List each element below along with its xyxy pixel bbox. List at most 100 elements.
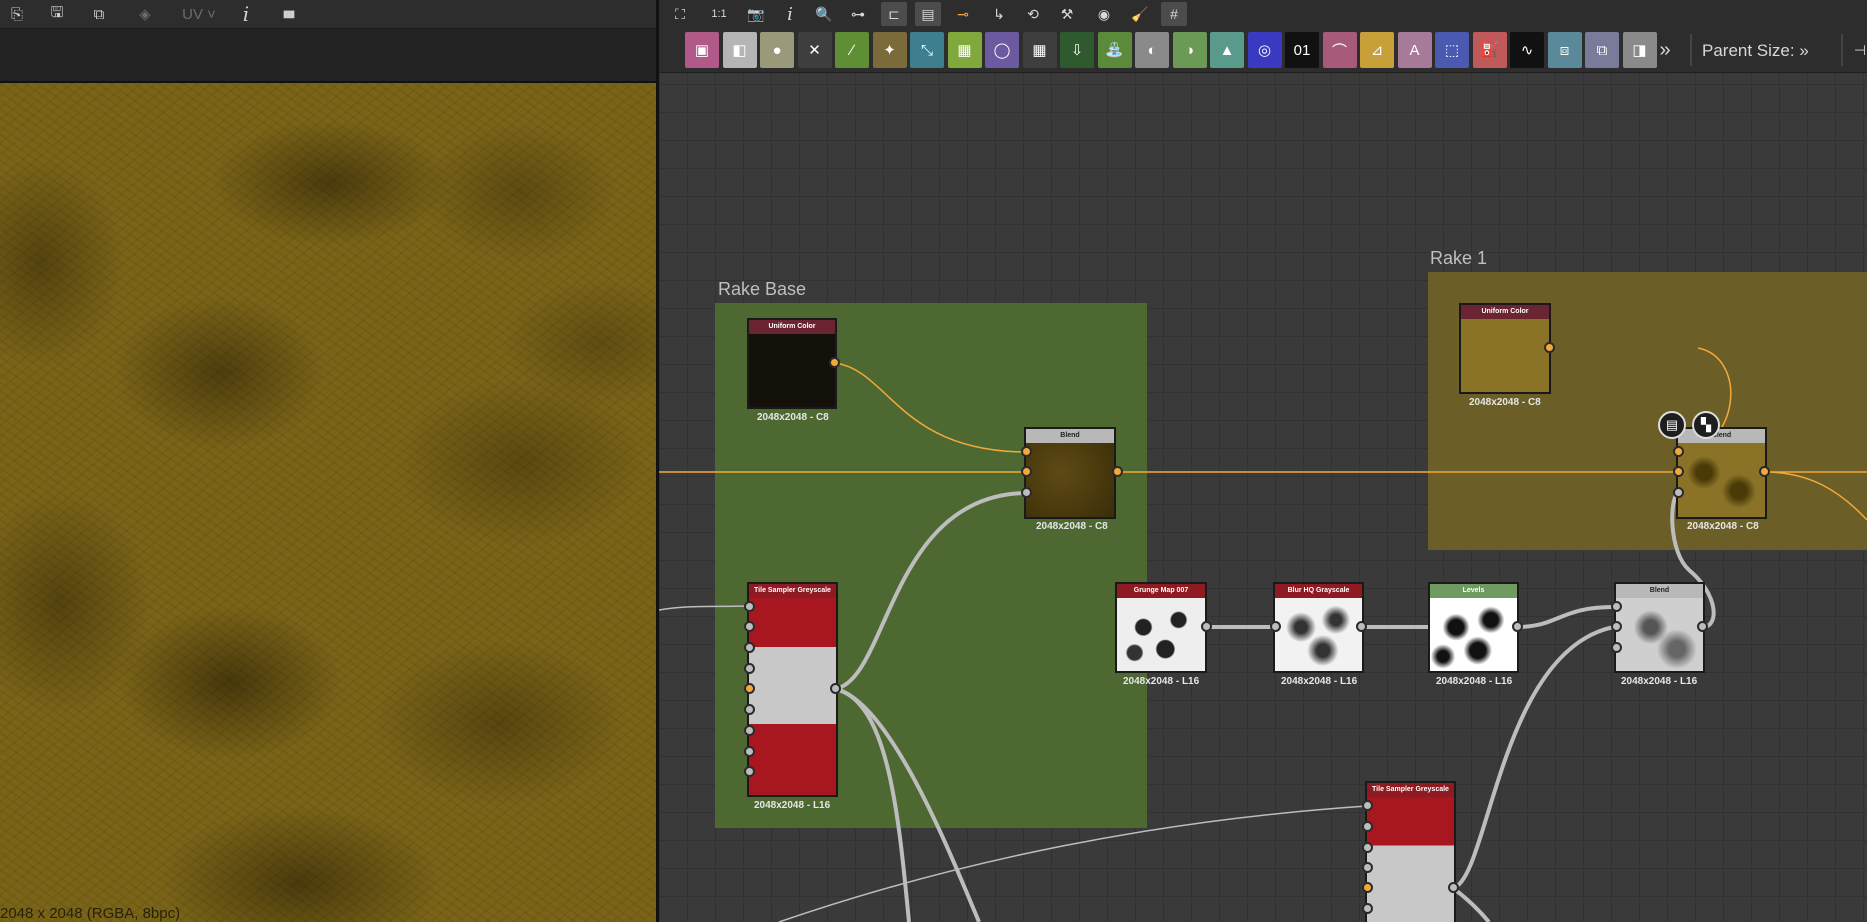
output-port[interactable]: [830, 683, 841, 694]
input-port[interactable]: [744, 683, 755, 694]
save-icon[interactable]: 🖫: [44, 3, 70, 25]
droplet-lib-icon[interactable]: ●: [760, 32, 794, 68]
fx-lib-icon[interactable]: ∿: [1510, 32, 1544, 68]
input-port-background[interactable]: [1021, 466, 1032, 477]
grid-snap-icon[interactable]: #: [1161, 2, 1187, 26]
output-lib-icon[interactable]: ⇩: [1060, 32, 1094, 68]
warp-lib-icon[interactable]: ✦: [872, 32, 907, 68]
warp2-lib-icon[interactable]: ⧈: [1547, 32, 1582, 68]
node-blend[interactable]: Blend: [1024, 427, 1116, 519]
input-port[interactable]: [744, 746, 755, 757]
histogram-icon[interactable]: ▮▮▮: [272, 3, 304, 25]
input-port[interactable]: [1362, 842, 1373, 853]
input-port[interactable]: [1362, 821, 1373, 832]
search-icon[interactable]: 🔍: [811, 2, 837, 26]
shuffle-lib-icon[interactable]: ✕: [797, 32, 832, 68]
input-port-mask[interactable]: [1021, 487, 1032, 498]
frame-view-icon[interactable]: ⛶: [667, 2, 693, 26]
input-port-background[interactable]: [1673, 466, 1684, 477]
input-lib-icon[interactable]: ⛲: [1097, 32, 1132, 68]
connect-icon[interactable]: ⊸: [950, 2, 976, 26]
input-port-foreground[interactable]: [1611, 601, 1622, 612]
parent-size-dropdown[interactable]: Parent Size: »: [1702, 41, 1809, 61]
node-uniform-color-rake1[interactable]: Uniform Color: [1459, 303, 1551, 394]
history-icon[interactable]: ⟲: [1020, 2, 1046, 26]
noise-lib-icon[interactable]: 01: [1285, 32, 1319, 68]
route-icon[interactable]: ↳: [986, 2, 1012, 26]
tools-icon[interactable]: ⚒: [1054, 2, 1080, 26]
mirror-lib-icon[interactable]: ⊿: [1360, 32, 1394, 68]
copy-icon[interactable]: ⧉: [86, 3, 112, 25]
node-blend-rake1[interactable]: Blend: [1676, 427, 1767, 519]
node-levels[interactable]: Levels: [1428, 582, 1519, 673]
input-port-mask[interactable]: [1673, 487, 1684, 498]
fill-lib-icon[interactable]: ⛽: [1472, 32, 1507, 68]
node-thumbnail: [1461, 319, 1549, 392]
hsl-lib-icon[interactable]: ◎: [1247, 32, 1282, 68]
tile-lib-icon[interactable]: ▦: [1022, 32, 1057, 68]
input-port-mask[interactable]: [1611, 642, 1622, 653]
switch-lib-icon[interactable]: ◐: [1135, 32, 1169, 68]
input-port[interactable]: [1270, 621, 1281, 632]
uv-dropdown[interactable]: UV ˅: [174, 3, 224, 25]
input-port-foreground[interactable]: [1021, 446, 1032, 457]
input-port[interactable]: [744, 601, 755, 612]
link-tool-icon[interactable]: ⊶: [845, 2, 871, 26]
overflow-icon[interactable]: ⊣: [1847, 38, 1867, 62]
align-icon[interactable]: ▤: [915, 2, 941, 26]
output-port[interactable]: [1544, 342, 1555, 353]
input-port[interactable]: [744, 766, 755, 777]
input-port[interactable]: [744, 725, 755, 736]
output-port[interactable]: [1512, 621, 1523, 632]
more-icon[interactable]: »: [1652, 38, 1678, 62]
node-grunge-map[interactable]: Grunge Map 007: [1115, 582, 1207, 673]
input-port[interactable]: [744, 621, 755, 632]
output-port[interactable]: [1201, 621, 1212, 632]
histogram-lib-icon[interactable]: ▲: [1210, 32, 1244, 68]
output-port[interactable]: [829, 357, 840, 368]
input-port[interactable]: [744, 642, 755, 653]
input-port-background[interactable]: [1611, 621, 1622, 632]
pattern-lib-icon[interactable]: ⌒: [1322, 32, 1357, 68]
input-port[interactable]: [1362, 903, 1373, 914]
info-icon[interactable]: i: [777, 2, 803, 26]
image-lib-icon[interactable]: ⧉: [1585, 32, 1619, 68]
input-port-foreground[interactable]: [1673, 446, 1684, 457]
document-icon[interactable]: ▤: [1658, 411, 1686, 439]
preview-icon[interactable]: ◉: [1091, 2, 1117, 26]
svg-lib-icon[interactable]: ◧: [722, 32, 757, 68]
circle-lib-icon[interactable]: ◯: [985, 32, 1019, 68]
output-port[interactable]: [1112, 466, 1123, 477]
text-lib-icon[interactable]: A: [1397, 32, 1432, 68]
graph-layout-icon[interactable]: ⊏: [881, 2, 907, 26]
clean-icon[interactable]: 🧹: [1127, 2, 1153, 26]
checker-icon[interactable]: ▚: [1692, 411, 1720, 439]
input-port[interactable]: [1362, 800, 1373, 811]
input-port[interactable]: [744, 663, 755, 674]
node-blur-hq[interactable]: Blur HQ Grayscale: [1273, 582, 1364, 673]
output-port[interactable]: [1356, 621, 1367, 632]
node-tile-sampler-2[interactable]: Tile Sampler Greyscale: [1365, 781, 1456, 922]
input-port[interactable]: [1362, 882, 1373, 893]
output-port[interactable]: [1759, 466, 1770, 477]
zoom-1-1-icon[interactable]: 1:1: [703, 2, 735, 26]
input-port[interactable]: [744, 704, 755, 715]
transform-lib-icon[interactable]: ⤡: [910, 32, 944, 68]
contrast-lib-icon[interactable]: ◑: [1172, 32, 1207, 68]
gradient-lib-icon[interactable]: ▦: [947, 32, 982, 68]
output-port[interactable]: [1448, 882, 1459, 893]
camera-icon[interactable]: 📷: [743, 2, 769, 26]
graph-view[interactable]: Rake Base Rake 1 Uniform Color 2048x2048…: [659, 0, 1867, 922]
channels-icon[interactable]: ◈: [132, 3, 158, 25]
selection-lib-icon[interactable]: ⬚: [1435, 32, 1469, 68]
curve-lib-icon[interactable]: ∕: [835, 32, 869, 68]
texture-preview[interactable]: 2048 x 2048 (RGBA, 8bpc): [0, 83, 656, 922]
bitmap-lib-icon[interactable]: ▣: [685, 32, 719, 68]
node-blend-greyscale[interactable]: Blend: [1614, 582, 1705, 673]
output-port[interactable]: [1697, 621, 1708, 632]
export-icon[interactable]: ⎘: [4, 3, 30, 25]
node-tile-sampler[interactable]: Tile Sampler Greyscale: [747, 582, 838, 797]
info-icon[interactable]: i: [236, 2, 256, 26]
input-port[interactable]: [1362, 862, 1373, 873]
node-uniform-color[interactable]: Uniform Color: [747, 318, 837, 409]
